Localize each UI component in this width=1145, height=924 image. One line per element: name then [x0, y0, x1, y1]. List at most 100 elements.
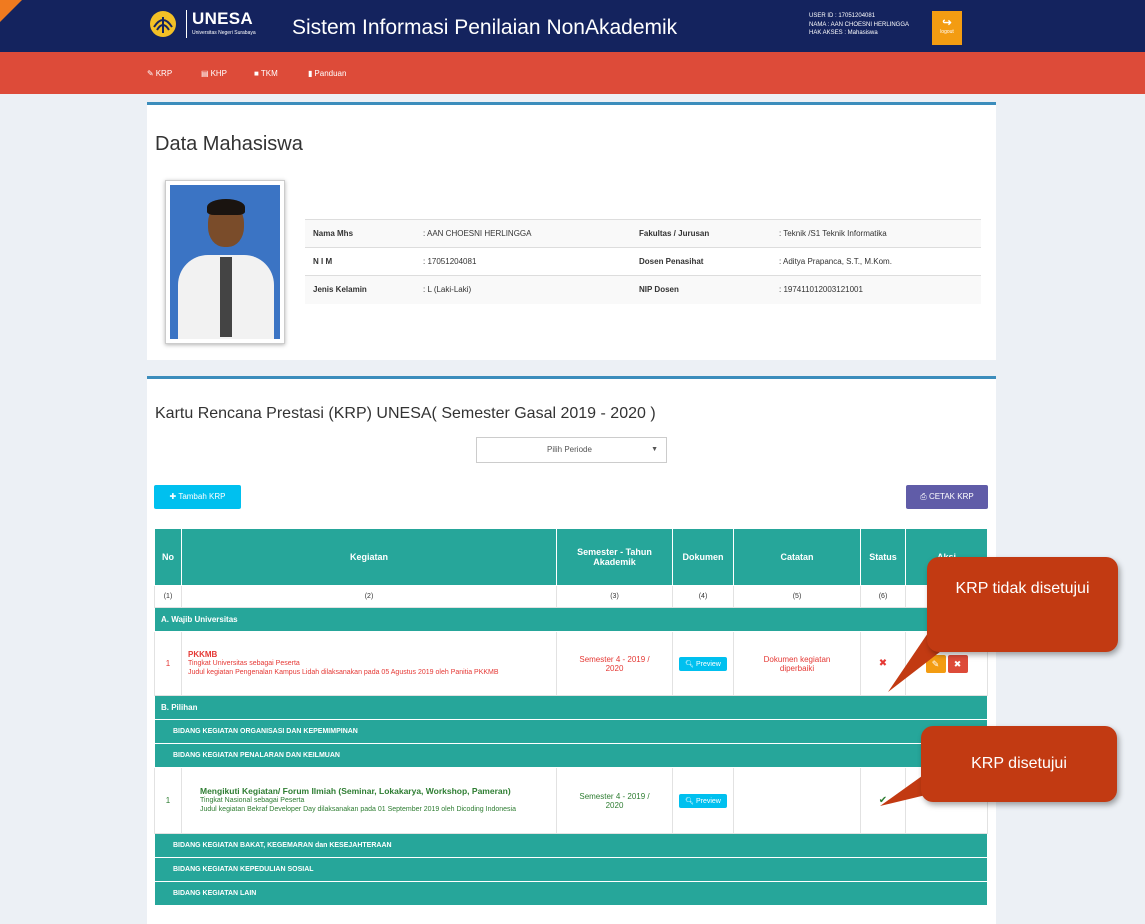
student-panel: Data Mahasiswa Nama Mhs : AAN CHOESNI HE… [147, 102, 996, 360]
subgroup-row: BIDANG KEGIATAN BAKAT, KEGEMARAN dan KES… [154, 833, 988, 858]
group-row: A. Wajib Universitas [154, 607, 988, 632]
info-label: N I M [305, 247, 415, 276]
table-row: 1 PKKMB Tingkat Universitas sebagai Pese… [154, 631, 988, 696]
info-value: : 17051204081 [415, 247, 611, 276]
user-access: HAK AKSES : Mahasiswa [809, 30, 878, 36]
col-number: (5) [733, 585, 861, 608]
subgroup-label: BIDANG KEGIATAN BAKAT, KEGEMARAN dan KES… [154, 833, 988, 858]
subgroup-row: BIDANG KEGIATAN KEPEDULIAN SOSIAL [154, 857, 988, 882]
nav-panduan-label: Panduan [314, 69, 347, 78]
col-number: (4) [672, 585, 734, 608]
info-value: : L (Laki-Laki) [415, 275, 611, 304]
unesa-logo-icon [150, 11, 176, 37]
logout-icon: ↪ [942, 17, 952, 29]
info-value: : AAN CHOESNI HERLINGGA [415, 219, 611, 248]
logo-divider [186, 10, 187, 38]
subgroup-label: BIDANG KEGIATAN KEPEDULIAN SOSIAL [154, 857, 988, 882]
subgroup-row: BIDANG KEGIATAN ORGANISASI DAN KEPEMIMPI… [154, 719, 988, 744]
semester-cell: Semester 4 - 2019 / 2020 [556, 631, 673, 696]
book-icon: ▮ [308, 69, 313, 78]
nav-panduan[interactable]: ▮ Panduan [308, 69, 346, 78]
student-photo [165, 180, 285, 344]
info-label: Jenis Kelamin [305, 275, 415, 304]
krp-table: No Kegiatan Semester - Tahun Akademik Do… [154, 528, 988, 906]
col-header: Catatan [733, 528, 861, 586]
activity-level: Tingkat Nasional sebagai Peserta [200, 797, 305, 804]
nav-khp[interactable]: ▤ KHP [201, 69, 227, 78]
user-info: USER ID : 17051204081 NAMA : AAN CHOESNI… [809, 12, 909, 38]
col-header: Status [860, 528, 906, 586]
activity-level: Tingkat Universitas sebagai Peserta [188, 660, 300, 667]
info-label: NIP Dosen [631, 275, 771, 304]
krp-title: Kartu Rencana Prestasi (KRP) UNESA( Seme… [155, 405, 656, 422]
preview-label: Preview [695, 660, 721, 668]
nav-krp-label: KRP [155, 69, 173, 78]
activity-title: PKKMB [188, 650, 218, 659]
periode-select-value: Pilih Periode [547, 445, 592, 454]
col-number: (1) [154, 585, 182, 608]
add-krp-button[interactable]: ✚ Tambah KRP [154, 485, 241, 509]
krp-panel: Kartu Rencana Prestasi (KRP) UNESA( Seme… [147, 376, 996, 924]
activity-title: Mengikuti Kegiatan/ Forum Ilmiah (Semina… [200, 786, 511, 796]
subgroup-row: BIDANG KEGIATAN PENALARAN DAN KEILMUAN [154, 743, 988, 768]
logo-text: UNESA [192, 9, 254, 28]
info-label: Dosen Penasihat [631, 247, 771, 276]
callout-approved: KRP disetujui [921, 726, 1117, 802]
print-krp-button[interactable]: ⎙ CETAK KRP [906, 485, 988, 509]
group-row: B. Pilihan [154, 695, 988, 720]
subgroup-row: BIDANG KEGIATAN LAIN [154, 881, 988, 906]
preview-label: Preview [695, 797, 721, 805]
student-info-row: N I M : 17051204081 Dosen Penasihat : Ad… [305, 247, 981, 276]
student-section-title: Data Mahasiswa [155, 133, 303, 155]
semester-cell: Semester 4 - 2019 / 2020 [556, 767, 673, 834]
corner-accent [0, 0, 22, 22]
info-label: Nama Mhs [305, 219, 415, 248]
caret-down-icon: ▼ [651, 446, 658, 453]
note-cell [733, 767, 861, 834]
add-krp-label: Tambah KRP [178, 492, 226, 501]
search-icon: 🔍︎ [685, 797, 695, 805]
main-navbar: ✎ KRP ▤ KHP ■ TKM ▮ Panduan [0, 52, 1145, 94]
column-number-row: (1) (2) (3) (4) (5) (6) [154, 585, 988, 608]
nav-khp-label: KHP [210, 69, 228, 78]
nav-tkm[interactable]: ■ TKM [254, 69, 278, 78]
col-header: Semester - Tahun Akademik [556, 528, 673, 586]
top-header: UNESA Universitas Negeri Surabaya Sistem… [0, 0, 1145, 52]
subgroup-label: BIDANG KEGIATAN LAIN [154, 881, 988, 906]
user-name: NAMA : AAN CHOESNI HERLINGGA [809, 21, 910, 28]
user-id: USER ID : 17051204081 [809, 13, 876, 19]
logout-label: logout [940, 29, 954, 35]
nav-tkm-label: TKM [260, 69, 278, 78]
print-icon: ⎙ [920, 492, 927, 501]
plus-icon: ✚ [169, 492, 177, 501]
preview-button[interactable]: 🔍︎ Preview [679, 793, 727, 808]
info-value: : Aditya Prapanca, S.T., M.Kom. [771, 247, 981, 276]
col-header: No [154, 528, 182, 586]
document-cell: 🔍︎ Preview [672, 631, 734, 696]
info-value: : Teknik /S1 Teknik Informatika [771, 219, 981, 248]
preview-button[interactable]: 🔍︎ Preview [679, 656, 727, 671]
info-value: : 197411012003121001 [771, 275, 981, 304]
col-number: (6) [860, 585, 906, 608]
col-header: Kegiatan [181, 528, 557, 586]
activity-cell: PKKMB Tingkat Universitas sebagai Pesert… [181, 631, 557, 696]
row-number: 1 [154, 767, 182, 834]
search-icon: 🔍︎ [685, 660, 695, 668]
document-cell: 🔍︎ Preview [672, 767, 734, 834]
edit-icon: ✎ [147, 69, 154, 78]
subgroup-label: BIDANG KEGIATAN ORGANISASI DAN KEPEMIMPI… [154, 719, 988, 744]
logout-button[interactable]: ↪ logout [932, 11, 962, 45]
logo-subtext: Universitas Negeri Surabaya [192, 30, 256, 36]
student-info-row: Nama Mhs : AAN CHOESNI HERLINGGA Fakulta… [305, 219, 981, 248]
col-header: Dokumen [672, 528, 734, 586]
periode-select[interactable]: Pilih Periode ▼ [476, 437, 667, 463]
note-cell: Dokumen kegiatan diperbaiki [733, 631, 861, 696]
activity-cell: Mengikuti Kegiatan/ Forum Ilmiah (Semina… [181, 767, 557, 834]
nav-krp[interactable]: ✎ KRP [147, 69, 172, 78]
callout-rejected: KRP tidak disetujui [927, 557, 1118, 652]
krp-table-header: No Kegiatan Semester - Tahun Akademik Do… [154, 528, 988, 586]
col-number: (2) [181, 585, 557, 608]
file-icon: ▤ [201, 69, 209, 78]
activity-desc: Judul kegiatan Bekraf Developer Day dila… [200, 806, 516, 813]
group-label: B. Pilihan [154, 695, 988, 720]
